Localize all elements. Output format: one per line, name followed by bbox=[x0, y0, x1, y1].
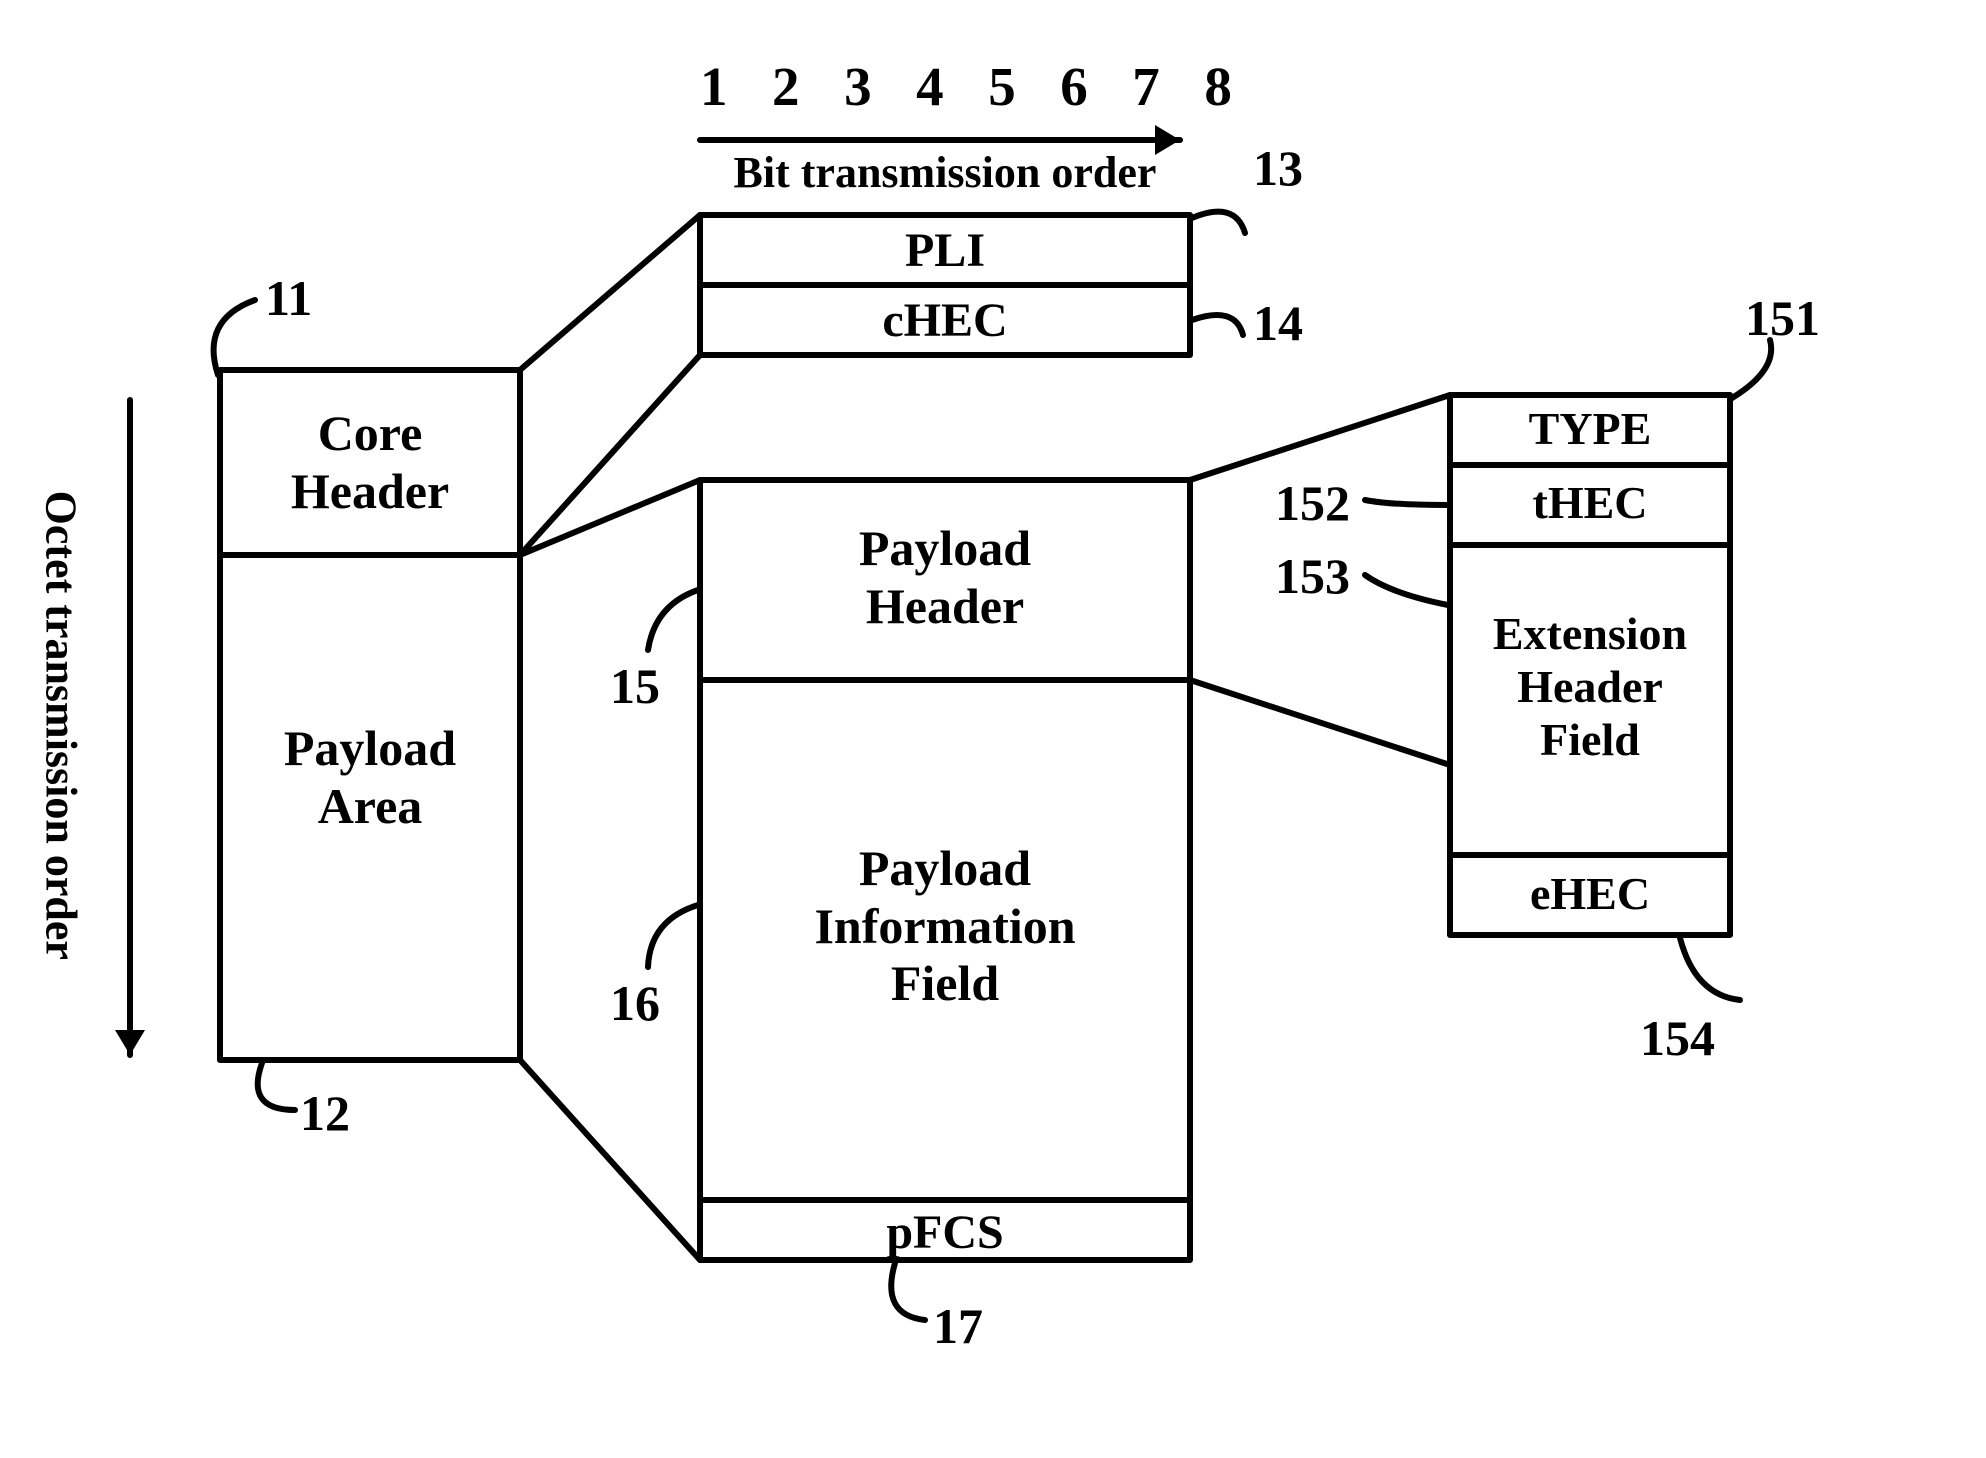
ehec-cell: eHEC bbox=[1450, 868, 1730, 921]
bit-numbers: 1 2 3 4 5 6 7 8 bbox=[700, 55, 1190, 118]
ref-16: 16 bbox=[610, 975, 660, 1033]
octet-transmission-caption: Octet transmission order bbox=[35, 375, 86, 1075]
pli-cell: PLI bbox=[700, 223, 1190, 278]
payload-area-cell: Payload Area bbox=[220, 720, 520, 835]
ref-15: 15 bbox=[610, 658, 660, 716]
payload-header-cell: Payload Header bbox=[700, 520, 1190, 635]
ref-151: 151 bbox=[1745, 290, 1820, 348]
core-header-cell: Core Header bbox=[220, 405, 520, 520]
chec-cell: cHEC bbox=[700, 293, 1190, 348]
ref-13: 13 bbox=[1253, 140, 1303, 198]
pfcs-cell: pFCS bbox=[700, 1205, 1190, 1260]
extension-header-cell: Extension Header Field bbox=[1450, 608, 1730, 767]
thec-cell: tHEC bbox=[1450, 477, 1730, 530]
bit-transmission-caption: Bit transmission order bbox=[700, 148, 1190, 199]
ref-12: 12 bbox=[300, 1085, 350, 1143]
diagram-canvas: 1 2 3 4 5 6 7 8 Bit transmission order O… bbox=[0, 0, 1986, 1458]
ref-11: 11 bbox=[265, 270, 312, 328]
ref-152: 152 bbox=[1275, 475, 1350, 533]
ref-154: 154 bbox=[1640, 1010, 1715, 1068]
ref-153: 153 bbox=[1275, 548, 1350, 606]
ref-17: 17 bbox=[933, 1298, 983, 1356]
type-cell: TYPE bbox=[1450, 403, 1730, 456]
payload-info-cell: Payload Information Field bbox=[700, 840, 1190, 1013]
ref-14: 14 bbox=[1253, 295, 1303, 353]
